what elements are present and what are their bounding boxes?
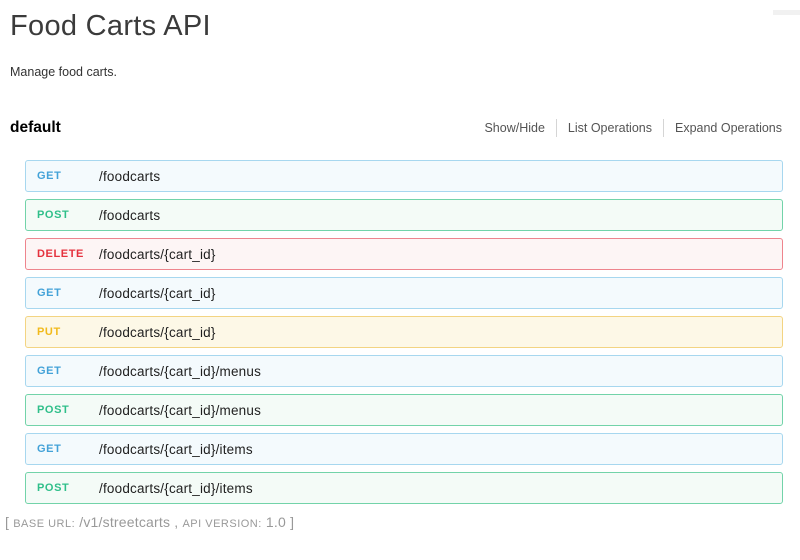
- base-url-value: /v1/streetcarts: [79, 514, 170, 530]
- operation-row[interactable]: DELETE /foodcarts/{cart_id}: [25, 238, 783, 270]
- operation-path: /foodcarts: [99, 208, 160, 223]
- footer-close-bracket: ]: [290, 514, 294, 530]
- method-badge: GET: [37, 287, 99, 299]
- operation-path: /foodcarts: [99, 169, 160, 184]
- base-url-label: BASE URL:: [13, 518, 75, 530]
- operation-row[interactable]: GET /foodcarts/{cart_id}/menus: [25, 355, 783, 387]
- footer-open-bracket: [: [5, 514, 9, 530]
- show-hide-link[interactable]: Show/Hide: [473, 119, 555, 137]
- method-badge: PUT: [37, 326, 99, 338]
- base-url-footer: [ BASE URL: /v1/streetcarts , API VERSIO…: [5, 514, 800, 530]
- operation-row[interactable]: PUT /foodcarts/{cart_id}: [25, 316, 783, 348]
- operation-row[interactable]: GET /foodcarts/{cart_id}: [25, 277, 783, 309]
- operation-row[interactable]: GET /foodcarts/{cart_id}/items: [25, 433, 783, 465]
- list-operations-link[interactable]: List Operations: [556, 119, 663, 137]
- operation-path: /foodcarts/{cart_id}/menus: [99, 403, 261, 418]
- method-badge: GET: [37, 365, 99, 377]
- operation-row[interactable]: POST /foodcarts/{cart_id}/items: [25, 472, 783, 504]
- operation-path: /foodcarts/{cart_id}/menus: [99, 364, 261, 379]
- footer-separator: ,: [174, 514, 178, 530]
- operation-path: /foodcarts/{cart_id}: [99, 247, 216, 262]
- section-actions: Show/Hide List Operations Expand Operati…: [473, 119, 782, 137]
- method-badge: GET: [37, 443, 99, 455]
- expand-operations-link[interactable]: Expand Operations: [663, 119, 782, 137]
- operation-path: /foodcarts/{cart_id}/items: [99, 442, 253, 457]
- method-badge: DELETE: [37, 248, 99, 260]
- api-description: Manage food carts.: [10, 65, 800, 79]
- operations-list: GET /foodcarts POST /foodcarts DELETE /f…: [25, 160, 783, 504]
- method-badge: POST: [37, 482, 99, 494]
- api-version-label: API VERSION:: [182, 518, 261, 530]
- section-name-default[interactable]: default: [10, 119, 61, 137]
- method-badge: POST: [37, 209, 99, 221]
- operation-row[interactable]: POST /foodcarts: [25, 199, 783, 231]
- scrollbar-track: [773, 10, 800, 15]
- api-version-value: 1.0: [266, 514, 286, 530]
- operation-path: /foodcarts/{cart_id}: [99, 325, 216, 340]
- operation-row[interactable]: POST /foodcarts/{cart_id}/menus: [25, 394, 783, 426]
- operation-path: /foodcarts/{cart_id}: [99, 286, 216, 301]
- operation-path: /foodcarts/{cart_id}/items: [99, 481, 253, 496]
- page-title: Food Carts API: [10, 10, 800, 43]
- operation-row[interactable]: GET /foodcarts: [25, 160, 783, 192]
- method-badge: GET: [37, 170, 99, 182]
- section-header: default Show/Hide List Operations Expand…: [10, 119, 782, 137]
- method-badge: POST: [37, 404, 99, 416]
